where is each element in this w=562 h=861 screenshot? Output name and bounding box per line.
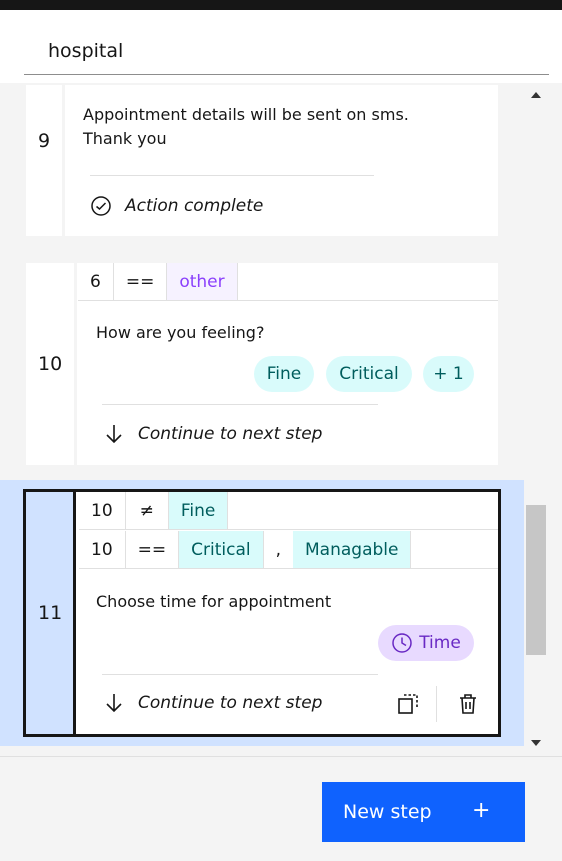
separator xyxy=(102,674,378,675)
step-footer: Continue to next step xyxy=(104,692,322,714)
condition-separator: , xyxy=(275,539,282,560)
action-title[interactable]: hospital xyxy=(48,40,123,62)
separator xyxy=(90,175,374,176)
condition-operator: == xyxy=(114,263,168,300)
option-more[interactable]: + 1 xyxy=(423,356,474,392)
arrow-down-icon xyxy=(106,694,122,713)
step-10[interactable]: 10 6 == other How are you feeling? Fine … xyxy=(26,263,498,465)
condition-value-1: Critical xyxy=(179,531,264,568)
condition-operator: == xyxy=(126,531,180,568)
checkmark-circle-icon xyxy=(91,196,111,216)
step-9[interactable]: 9 Appointment details will be sent on sm… xyxy=(26,85,498,236)
step-11[interactable]: 11 10 ≠ Fine 10 == Critical , Managable … xyxy=(23,489,501,737)
condition-value: other xyxy=(167,263,238,300)
new-step-button[interactable]: New step + xyxy=(322,782,525,842)
option-critical[interactable]: Critical xyxy=(326,356,412,392)
icon-divider xyxy=(436,686,437,722)
step-number: 9 xyxy=(38,130,51,152)
step-divider xyxy=(74,263,77,465)
title-underline xyxy=(24,74,549,75)
condition-left: 10 xyxy=(79,531,126,568)
step-divider xyxy=(62,85,65,236)
condition-operator: ≠ xyxy=(126,492,169,529)
new-step-label: New step xyxy=(343,801,432,823)
clock-icon xyxy=(392,633,412,653)
response-type-label: Time xyxy=(419,633,461,653)
footer-bar: New step + xyxy=(0,756,562,861)
condition-left: 6 xyxy=(78,263,114,300)
condition-row-1[interactable]: 10 ≠ Fine xyxy=(79,492,498,530)
step-question: How are you feeling? xyxy=(96,323,265,342)
scroll-down-arrow-icon[interactable] xyxy=(531,740,541,746)
condition-value-2: Managable xyxy=(293,531,412,568)
scroll-up-arrow-icon[interactable] xyxy=(531,92,541,98)
step-number: 11 xyxy=(38,602,63,624)
response-type-time[interactable]: Time xyxy=(378,625,474,661)
step-number-column: 11 xyxy=(26,492,76,734)
step-message-line1: Appointment details will be sent on sms. xyxy=(83,105,409,124)
step-footer: Action complete xyxy=(90,195,263,217)
step-number: 10 xyxy=(38,353,63,375)
duplicate-icon[interactable] xyxy=(396,692,420,716)
step-footer: Continue to next step xyxy=(104,423,322,445)
trash-icon[interactable] xyxy=(456,692,480,716)
header: hospital xyxy=(0,10,562,83)
option-fine[interactable]: Fine xyxy=(254,356,314,392)
footer-label: Continue to next step xyxy=(138,693,323,713)
condition-value: Fine xyxy=(168,492,229,529)
condition-row-2[interactable]: 10 == Critical , Managable xyxy=(79,531,498,569)
top-bar xyxy=(0,0,562,10)
arrow-down-icon xyxy=(106,425,122,444)
step-question: Choose time for appointment xyxy=(96,592,332,611)
condition-left: 10 xyxy=(79,492,126,529)
footer-label: Continue to next step xyxy=(138,424,323,444)
scrollbar-thumb[interactable] xyxy=(526,505,546,655)
separator xyxy=(102,404,378,405)
footer-label: Action complete xyxy=(125,196,264,216)
step-message-line2: Thank you xyxy=(83,129,167,148)
plus-icon: + xyxy=(472,798,491,823)
condition-row[interactable]: 6 == other xyxy=(78,263,498,301)
